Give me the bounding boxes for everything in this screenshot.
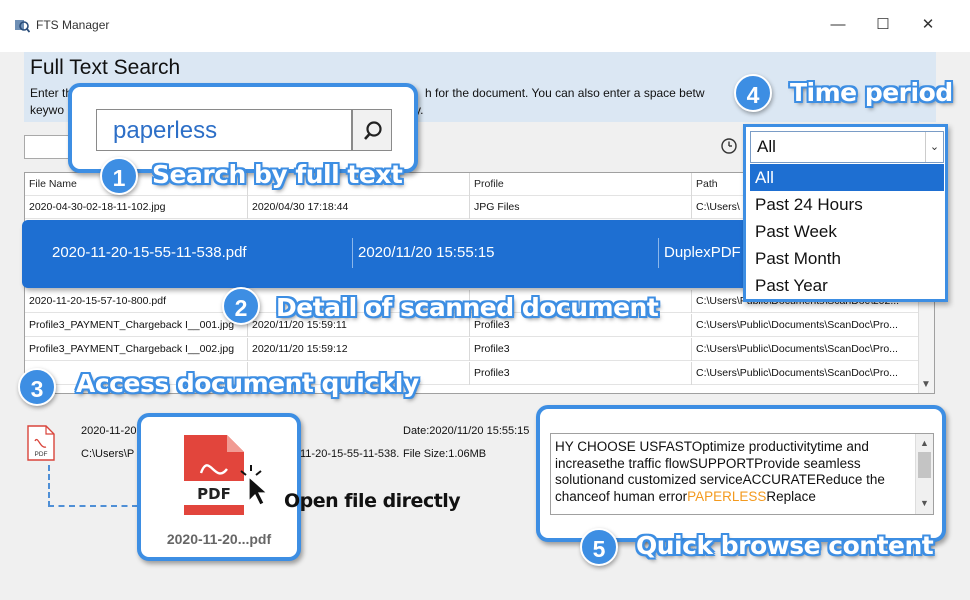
pdf-small-label: PDF <box>35 451 48 458</box>
selected-table-row[interactable]: 2020-11-20-15-55-11-538.pdf 2020/11/20 1… <box>22 220 752 288</box>
content-preview-text: HY CHOOSE USFASTOptimize productivitytim… <box>555 439 911 505</box>
cell-profile: Profile3 <box>470 338 692 361</box>
pdf-file-name: 2020-11-20...pdf <box>166 531 272 547</box>
cell-profile: Profile3 <box>470 362 692 385</box>
cell-date: 2020/11/20 15:59:12 <box>248 338 470 361</box>
content-scrollbar[interactable]: ▲ ▼ <box>915 434 933 514</box>
content-segment: Replace <box>766 488 816 504</box>
content-preview-callout: HY CHOOSE USFASTOptimize productivitytim… <box>536 405 946 542</box>
connector-line <box>48 465 138 507</box>
step-badge-5: 5 <box>580 528 618 566</box>
pdf-big-label: PDF <box>197 485 231 503</box>
column-header-profile[interactable]: Profile <box>470 173 692 196</box>
cursor-click-icon <box>240 465 269 506</box>
chevron-down-icon[interactable]: ⌄ <box>925 132 943 162</box>
selected-profile: DuplexPDF <box>664 244 741 261</box>
open-file-label: Open file directly <box>284 490 461 512</box>
callout-label-access: Access document quickly <box>76 369 419 398</box>
page-title: Full Text Search <box>30 56 181 79</box>
step-badge-3: 3 <box>18 368 56 406</box>
cell-file-name: 2020-04-30-02-18-11-102.jpg <box>25 196 248 219</box>
callout-label-search: Search by full text <box>152 160 403 189</box>
callout-label-browse: Quick browse content <box>636 531 934 560</box>
step-badge-1: 1 <box>100 157 138 195</box>
time-option-week[interactable]: Past Week <box>750 218 944 245</box>
content-preview-box[interactable]: HY CHOOSE USFASTOptimize productivitytim… <box>550 433 934 515</box>
pdf-preview-callout[interactable]: PDF 2020-11-20...pdf <box>137 413 301 561</box>
time-option-all[interactable]: All <box>750 164 944 191</box>
time-option-year[interactable]: Past Year <box>750 272 944 299</box>
cell-path: C:\Users\Public\Documents\ScanDoc\Pro... <box>696 319 898 331</box>
content-highlight: PAPERLESS <box>687 488 767 504</box>
instruction-text: Enter th <box>30 86 73 100</box>
table-row[interactable]: Profile3_PAYMENT_Chargeback I__002.jpg 2… <box>25 338 919 361</box>
cell-path: C:\Users\Public\Documents\ScanDoc\Pro... <box>696 367 898 379</box>
detail-date-partial: 2020-11-20 <box>81 425 137 437</box>
maximize-button[interactable]: ☐ <box>873 14 893 36</box>
time-option-month[interactable]: Past Month <box>750 245 944 272</box>
instruction-text: h for the document. You can also enter a… <box>425 86 705 100</box>
column-divider <box>352 238 353 268</box>
search-value: paperless <box>113 117 218 144</box>
cell-profile: JPG Files <box>470 196 692 219</box>
time-period-dropdown[interactable]: All ⌄ All Past 24 Hours Past Week Past M… <box>743 124 948 302</box>
time-period-select[interactable]: All ⌄ <box>750 131 944 163</box>
close-button[interactable]: ✕ <box>918 14 938 36</box>
step-badge-2: 2 <box>222 287 260 325</box>
search-button[interactable] <box>352 109 392 151</box>
detail-path-partial: C:\Users\P <box>81 448 135 460</box>
callout-label-detail: Detail of scanned document <box>276 293 659 322</box>
column-divider <box>658 238 659 268</box>
time-period-value: All <box>757 137 776 156</box>
title-bar <box>0 0 970 52</box>
detail-file-partial: 11-20-15-55-11-538. <box>300 448 400 460</box>
step-badge-4: 4 <box>734 74 772 112</box>
scroll-thumb[interactable] <box>918 452 931 478</box>
cell-date: 2020/04/30 17:18:44 <box>248 196 470 219</box>
window-title: FTS Manager <box>36 18 110 32</box>
scroll-down-arrow-icon[interactable]: ▼ <box>918 379 934 393</box>
scroll-up-arrow-icon[interactable]: ▲ <box>918 438 931 450</box>
instruction-text: keywo <box>30 103 65 117</box>
cell-file-name: Profile3_PAYMENT_Chargeback I__002.jpg <box>25 338 248 361</box>
pdf-file-icon[interactable]: PDF <box>26 425 56 461</box>
detail-file-size: File Size:1.06MB <box>403 448 487 460</box>
app-icon <box>15 20 30 33</box>
minimize-button[interactable]: — <box>828 14 848 36</box>
selected-file-name: 2020-11-20-15-55-11-538.pdf <box>52 244 247 261</box>
cell-file-name: Profile3_PAYMENT_Chargeback I__001.jpg <box>25 314 248 337</box>
cell-file-name: 2020-11-20-15-57-10-800.pdf <box>25 290 248 313</box>
search-icon <box>364 121 382 140</box>
search-input[interactable]: paperless <box>96 109 352 151</box>
time-option-24h[interactable]: Past 24 Hours <box>750 191 944 218</box>
selected-date: 2020/11/20 15:55:15 <box>358 244 495 261</box>
callout-label-time: Time period <box>790 78 953 107</box>
clock-icon <box>721 138 737 154</box>
detail-date: Date:2020/11/20 15:55:15 <box>403 425 530 437</box>
cell-path: C:\Users\Public\Documents\ScanDoc\Pro... <box>696 343 898 355</box>
scroll-down-arrow-icon[interactable]: ▼ <box>918 498 931 510</box>
